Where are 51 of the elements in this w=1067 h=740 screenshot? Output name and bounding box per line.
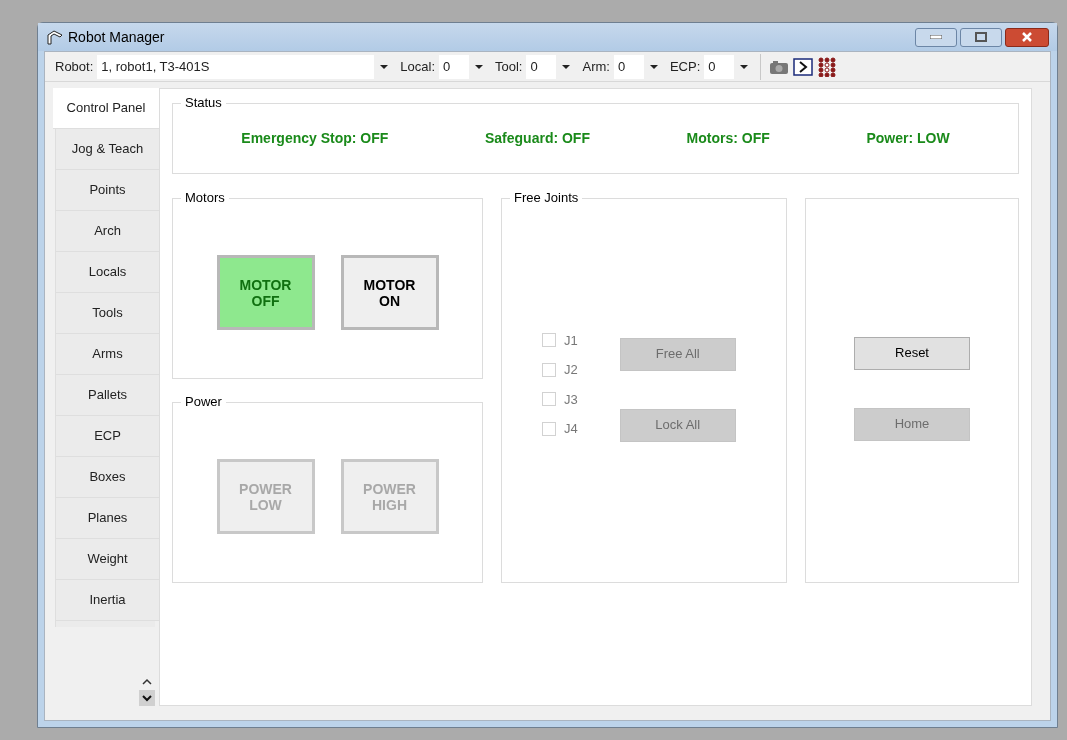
large-button[interactable]: MOTOR OFF bbox=[216, 255, 315, 330]
caret-icon bbox=[374, 54, 395, 79]
selector-label: Arm: bbox=[582, 57, 610, 76]
robot-arm-icon bbox=[46, 29, 64, 45]
maximize-button[interactable] bbox=[960, 27, 1002, 47]
side-tab[interactable]: Planes bbox=[55, 498, 159, 539]
close-icon bbox=[1021, 32, 1033, 42]
dropdown[interactable]: 0 bbox=[439, 54, 489, 79]
command-prompt-icon[interactable] bbox=[793, 57, 814, 76]
selector-label: Tool: bbox=[495, 57, 523, 76]
side-tab[interactable]: Inertia bbox=[55, 580, 159, 621]
status-text: Power: LOW bbox=[866, 129, 950, 148]
side-tab[interactable]: ECP bbox=[55, 416, 159, 457]
side-tab[interactable]: Jog & Teach bbox=[55, 129, 159, 170]
caret-icon bbox=[734, 54, 755, 79]
dropdown[interactable]: 0 bbox=[704, 54, 755, 79]
side-tab[interactable]: Control Panel bbox=[53, 88, 159, 129]
dropdown[interactable]: 0 bbox=[526, 54, 577, 79]
close-button[interactable] bbox=[1005, 27, 1049, 47]
caret-icon bbox=[469, 54, 489, 79]
side-tab[interactable]: Weight bbox=[55, 539, 159, 580]
side-tab[interactable]: Arms bbox=[55, 334, 159, 375]
dropdown[interactable]: 1, robot1, T3-401S bbox=[97, 54, 395, 79]
checkbox-label: J2 bbox=[564, 361, 578, 379]
caret-icon bbox=[643, 54, 664, 79]
checkbox-label: J4 bbox=[564, 420, 578, 438]
side-tab[interactable]: Points bbox=[55, 170, 159, 211]
dropdown[interactable]: 0 bbox=[613, 54, 664, 79]
side-tab[interactable]: Arch bbox=[55, 211, 159, 252]
push-button[interactable]: Reset bbox=[854, 336, 970, 370]
checkbox-label: J3 bbox=[564, 390, 578, 409]
maximize-icon bbox=[975, 32, 987, 42]
status-text: Motors: OFF bbox=[686, 129, 770, 148]
status-text: Emergency Stop: OFF bbox=[241, 129, 389, 148]
selector-label: Robot: bbox=[55, 57, 94, 76]
checkbox-label: J1 bbox=[564, 331, 578, 350]
caret-icon bbox=[556, 54, 577, 79]
side-tab[interactable]: Locals bbox=[55, 252, 159, 293]
io-grid-icon[interactable] bbox=[817, 56, 838, 77]
selector-label: ECP: bbox=[669, 57, 701, 76]
minimize-icon bbox=[930, 35, 942, 39]
side-tab[interactable]: Pallets bbox=[55, 375, 159, 416]
camera-icon[interactable] bbox=[769, 58, 790, 75]
minimize-button[interactable] bbox=[915, 27, 957, 47]
side-tab[interactable]: Tools bbox=[55, 293, 159, 334]
large-button[interactable]: MOTOR ON bbox=[340, 255, 439, 330]
selector-label: Local: bbox=[400, 57, 435, 76]
window-title: Robot Manager bbox=[68, 27, 165, 47]
side-tab[interactable]: Boxes bbox=[55, 457, 159, 498]
status-text: Safeguard: OFF bbox=[484, 129, 590, 148]
scroll-down-icon[interactable] bbox=[139, 690, 155, 706]
